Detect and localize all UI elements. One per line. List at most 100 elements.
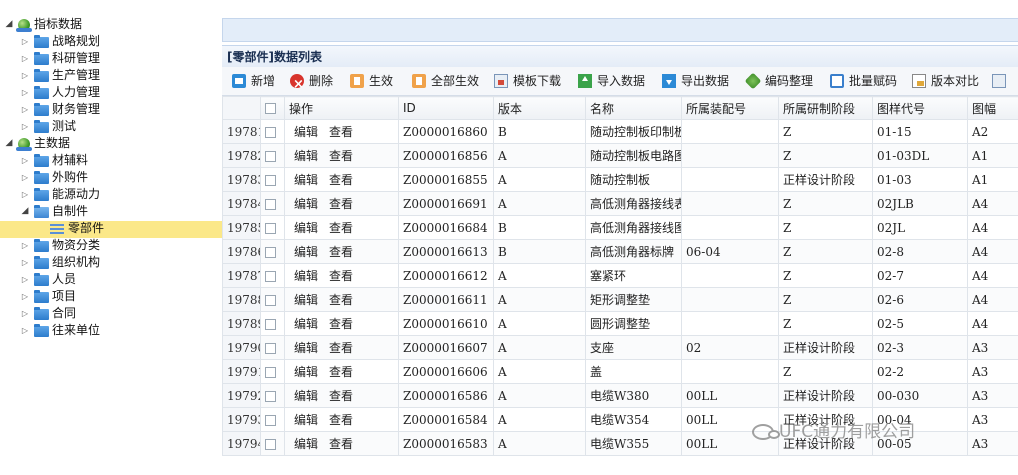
expand-toggle-icon[interactable]: ▷: [20, 118, 30, 135]
tree-node-label[interactable]: 战略规划: [52, 33, 100, 50]
view-link[interactable]: 查看: [329, 341, 353, 355]
edit-link[interactable]: 编辑: [294, 437, 318, 451]
view-link[interactable]: 查看: [329, 413, 353, 427]
tree-node[interactable]: ▷ 人员: [0, 271, 222, 288]
row-select-cell[interactable]: [260, 431, 285, 456]
expand-toggle-icon[interactable]: ▷: [20, 50, 30, 67]
tree-node-label[interactable]: 自制件: [52, 203, 88, 220]
edit-link[interactable]: 编辑: [294, 365, 318, 379]
tree-node[interactable]: ▷ 合同: [0, 305, 222, 322]
all-effective-button[interactable]: 全部生效: [412, 67, 479, 95]
row-select-cell[interactable]: [260, 407, 285, 432]
table-row[interactable]: 19792编辑查看Z0000016586A电缆W38000LL正样设计阶段00-…: [222, 383, 1018, 408]
row-select-cell[interactable]: [260, 335, 285, 360]
view-link[interactable]: 查看: [329, 365, 353, 379]
table-row[interactable]: 19781编辑查看Z0000016860B随动控制板印制板Z01-15A2: [222, 119, 1018, 144]
table-row[interactable]: 19783编辑查看Z0000016855A随动控制板正样设计阶段01-03A1: [222, 167, 1018, 192]
row-checkbox[interactable]: [265, 438, 276, 450]
tree-node[interactable]: ▷ 能源动力: [0, 186, 222, 203]
header-stage[interactable]: 所属研制阶段: [778, 96, 873, 120]
header-actions[interactable]: 操作: [284, 96, 399, 120]
tree-node[interactable]: ◢ 主数据: [0, 135, 222, 152]
row-checkbox[interactable]: [265, 414, 276, 426]
delete-button[interactable]: 删除: [290, 67, 333, 95]
tree-node[interactable]: ▷ 外购件: [0, 169, 222, 186]
tree-node-label[interactable]: 能源动力: [52, 186, 100, 203]
code-arrange-button[interactable]: 编码整理: [744, 67, 813, 95]
expand-toggle-icon[interactable]: ▷: [20, 254, 30, 271]
template-download-button[interactable]: 模板下载: [494, 67, 561, 95]
table-row[interactable]: 19790编辑查看Z0000016607A支座02正样设计阶段02-3A3: [222, 335, 1018, 360]
add-button[interactable]: 新增: [232, 67, 275, 95]
view-link[interactable]: 查看: [329, 173, 353, 187]
collapse-toggle-icon[interactable]: ◢: [20, 203, 30, 220]
view-link[interactable]: 查看: [329, 317, 353, 331]
collapse-toggle-icon[interactable]: ◢: [4, 16, 14, 33]
row-select-cell[interactable]: [260, 239, 285, 264]
header-drawing-code[interactable]: 图样代号: [872, 96, 968, 120]
expand-toggle-icon[interactable]: ▷: [20, 322, 30, 339]
tree-node[interactable]: ▷ 生产管理: [0, 67, 222, 84]
edit-link[interactable]: 编辑: [294, 125, 318, 139]
tree-node-label[interactable]: 人力管理: [52, 84, 100, 101]
view-link[interactable]: 查看: [329, 389, 353, 403]
edit-link[interactable]: 编辑: [294, 293, 318, 307]
row-checkbox[interactable]: [265, 366, 276, 378]
effective-button[interactable]: 生效: [350, 67, 393, 95]
view-link[interactable]: 查看: [329, 293, 353, 307]
tree-node[interactable]: ▷ 物资分类: [0, 237, 222, 254]
expand-toggle-icon[interactable]: ▷: [20, 33, 30, 50]
table-row[interactable]: 19787编辑查看Z0000016612A塞紧环Z02-7A4: [222, 263, 1018, 288]
row-select-cell[interactable]: [260, 263, 285, 288]
tree-node-label[interactable]: 测试: [52, 118, 76, 135]
view-link[interactable]: 查看: [329, 269, 353, 283]
row-select-cell[interactable]: [260, 215, 285, 240]
tree-node[interactable]: ◢ 自制件: [0, 203, 222, 220]
tree-node[interactable]: ◢ 指标数据: [0, 16, 222, 33]
expand-toggle-icon[interactable]: ▷: [20, 67, 30, 84]
tree-node[interactable]: 零部件: [0, 220, 222, 237]
edit-link[interactable]: 编辑: [294, 149, 318, 163]
row-select-cell[interactable]: [260, 287, 285, 312]
header-name[interactable]: 名称: [585, 96, 682, 120]
batch-code-button[interactable]: 批量赋码: [830, 67, 897, 95]
header-version[interactable]: 版本: [493, 96, 586, 120]
tree-node-label[interactable]: 指标数据: [34, 16, 82, 33]
tree-node[interactable]: ▷ 人力管理: [0, 84, 222, 101]
tree-node[interactable]: ▷ 战略规划: [0, 33, 222, 50]
row-checkbox[interactable]: [265, 342, 276, 354]
row-checkbox[interactable]: [265, 150, 276, 162]
row-select-cell[interactable]: [260, 383, 285, 408]
header-sheet-size[interactable]: 图幅: [967, 96, 1018, 120]
row-select-cell[interactable]: [260, 311, 285, 336]
tree-node-label[interactable]: 财务管理: [52, 101, 100, 118]
edit-link[interactable]: 编辑: [294, 269, 318, 283]
row-checkbox[interactable]: [265, 270, 276, 282]
table-row[interactable]: 19791编辑查看Z0000016606A盖Z02-2A3: [222, 359, 1018, 384]
tree-node-label[interactable]: 往来单位: [52, 322, 100, 339]
row-select-cell[interactable]: [260, 191, 285, 216]
view-link[interactable]: 查看: [329, 125, 353, 139]
expand-toggle-icon[interactable]: ▷: [20, 288, 30, 305]
expand-toggle-icon[interactable]: ▷: [20, 84, 30, 101]
edit-link[interactable]: 编辑: [294, 245, 318, 259]
edit-link[interactable]: 编辑: [294, 197, 318, 211]
row-checkbox[interactable]: [265, 222, 276, 234]
row-checkbox[interactable]: [265, 318, 276, 330]
expand-toggle-icon[interactable]: ▷: [20, 186, 30, 203]
tree-node-label[interactable]: 人员: [52, 271, 76, 288]
table-row[interactable]: 19786编辑查看Z0000016613B高低测角器标牌06-04Z02-8A4: [222, 239, 1018, 264]
tree-node-label[interactable]: 零部件: [68, 220, 104, 237]
table-row[interactable]: 19785编辑查看Z0000016684B高低测角器接线图Z02JLA4: [222, 215, 1018, 240]
tree-node[interactable]: ▷ 财务管理: [0, 101, 222, 118]
collapse-toggle-icon[interactable]: ◢: [4, 135, 14, 152]
table-row[interactable]: 19784编辑查看Z0000016691A高低测角器接线表Z02JLBA4: [222, 191, 1018, 216]
tree-node[interactable]: ▷ 项目: [0, 288, 222, 305]
view-link[interactable]: 查看: [329, 437, 353, 451]
edit-link[interactable]: 编辑: [294, 413, 318, 427]
tree-node-label[interactable]: 项目: [52, 288, 76, 305]
tree-node-label[interactable]: 物资分类: [52, 237, 100, 254]
edit-link[interactable]: 编辑: [294, 341, 318, 355]
import-button[interactable]: 导入数据: [578, 67, 645, 95]
view-link[interactable]: 查看: [329, 149, 353, 163]
